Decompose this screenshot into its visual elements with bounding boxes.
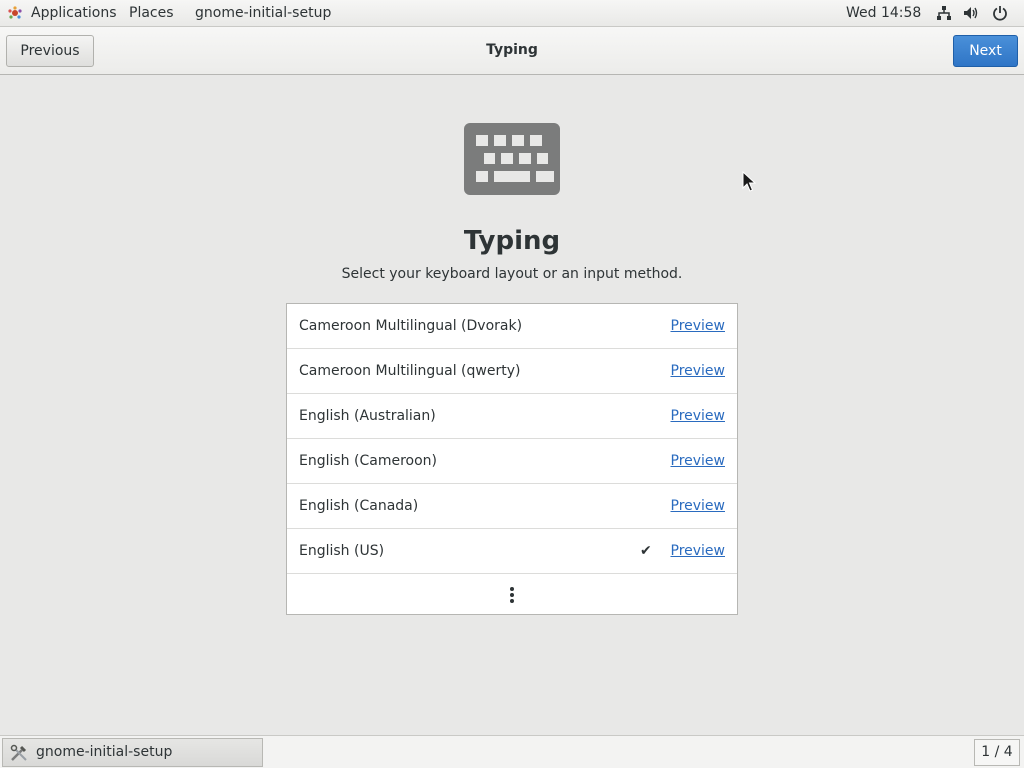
checkmark-icon: ✔ — [640, 543, 652, 559]
page-heading: Typing — [463, 226, 561, 256]
layout-row[interactable]: English (Canada) Preview — [287, 484, 737, 529]
layout-name: English (Cameroon) — [299, 453, 437, 469]
tools-icon — [10, 744, 27, 761]
page-subtitle: Select your keyboard layout or an input … — [341, 266, 683, 282]
layout-list: Cameroon Multilingual (Dvorak) Preview C… — [286, 303, 738, 615]
more-layouts-button[interactable] — [287, 574, 737, 614]
applications-menu[interactable]: Applications — [31, 0, 117, 26]
volume-icon[interactable] — [963, 5, 979, 21]
layout-name: English (Canada) — [299, 498, 419, 514]
keyboard-icon — [464, 123, 560, 195]
layout-row[interactable]: Cameroon Multilingual (qwerty) Preview — [287, 349, 737, 394]
top-panel: Applications Places gnome-initial-setup … — [0, 0, 1024, 27]
header-bar: Typing Previous Next — [0, 27, 1024, 75]
preview-link[interactable]: Preview — [671, 439, 726, 483]
header-title: Typing — [486, 42, 538, 58]
bottom-panel: gnome-initial-setup 1 / 4 — [0, 735, 1024, 768]
taskbar-window-button[interactable]: gnome-initial-setup — [2, 738, 263, 767]
layout-name: English (US) — [299, 543, 385, 559]
network-icon[interactable] — [936, 5, 952, 21]
places-menu[interactable]: Places — [129, 0, 174, 26]
preview-link[interactable]: Preview — [671, 304, 726, 348]
preview-link[interactable]: Preview — [671, 394, 726, 438]
preview-link[interactable]: Preview — [671, 484, 726, 528]
layout-row-selected[interactable]: English (US) ✔ Preview — [287, 529, 737, 574]
power-icon[interactable] — [992, 5, 1008, 21]
mouse-pointer-icon — [742, 171, 756, 192]
layout-row[interactable]: English (Australian) Preview — [287, 394, 737, 439]
layout-name: Cameroon Multilingual (Dvorak) — [299, 318, 523, 334]
layout-name: Cameroon Multilingual (qwerty) — [299, 363, 521, 379]
preview-link[interactable]: Preview — [671, 529, 726, 573]
previous-button[interactable]: Previous — [6, 35, 94, 67]
next-button[interactable]: Next — [953, 35, 1018, 67]
layout-row[interactable]: English (Cameroon) Preview — [287, 439, 737, 484]
layout-row[interactable]: Cameroon Multilingual (Dvorak) Preview — [287, 304, 737, 349]
workspace-indicator[interactable]: 1 / 4 — [974, 739, 1020, 766]
layout-name: English (Australian) — [299, 408, 436, 424]
taskbar-window-label: gnome-initial-setup — [36, 744, 173, 760]
clock[interactable]: Wed 14:58 — [846, 0, 921, 26]
app-menu[interactable]: gnome-initial-setup — [195, 0, 331, 26]
preview-link[interactable]: Preview — [671, 349, 726, 393]
gnome-foot-icon — [8, 6, 22, 19]
